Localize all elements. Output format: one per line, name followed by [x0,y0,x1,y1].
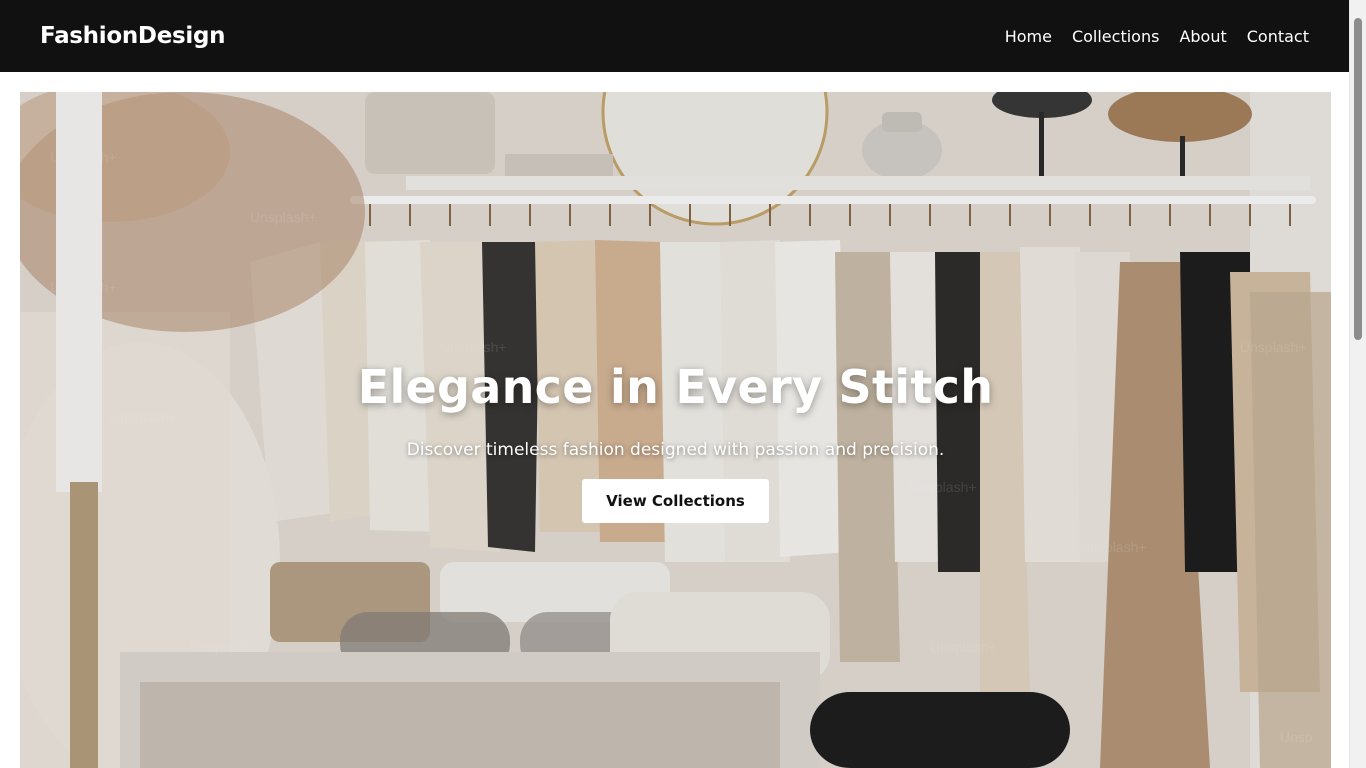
nav-links: Home Collections About Contact [1005,27,1309,46]
scrollbar-thumb[interactable] [1354,18,1362,340]
nav-link-home[interactable]: Home [1005,27,1052,46]
brand-logo[interactable]: FashionDesign [40,23,226,49]
hero-title: Elegance in Every Stitch [357,360,994,414]
hero-subtitle: Discover timeless fashion designed with … [406,440,945,460]
nav-link-about[interactable]: About [1179,27,1226,46]
nav-item-contact: Contact [1247,27,1309,46]
nav-item-collections: Collections [1072,27,1159,46]
nav-item-home: Home [1005,27,1052,46]
nav-link-collections[interactable]: Collections [1072,27,1159,46]
hero-content: Elegance in Every Stitch Discover timele… [20,360,1331,523]
view-collections-button[interactable]: View Collections [582,479,769,523]
nav-item-about: About [1179,27,1226,46]
page: FashionDesign Home Collections About Con… [0,0,1366,768]
navbar: FashionDesign Home Collections About Con… [0,0,1349,72]
hero-section: Unsplash+ Unsplash+ Unsplash+ Unsplash+ Un… [20,92,1331,768]
vertical-scrollbar[interactable] [1349,0,1366,768]
nav-link-contact[interactable]: Contact [1247,27,1309,46]
